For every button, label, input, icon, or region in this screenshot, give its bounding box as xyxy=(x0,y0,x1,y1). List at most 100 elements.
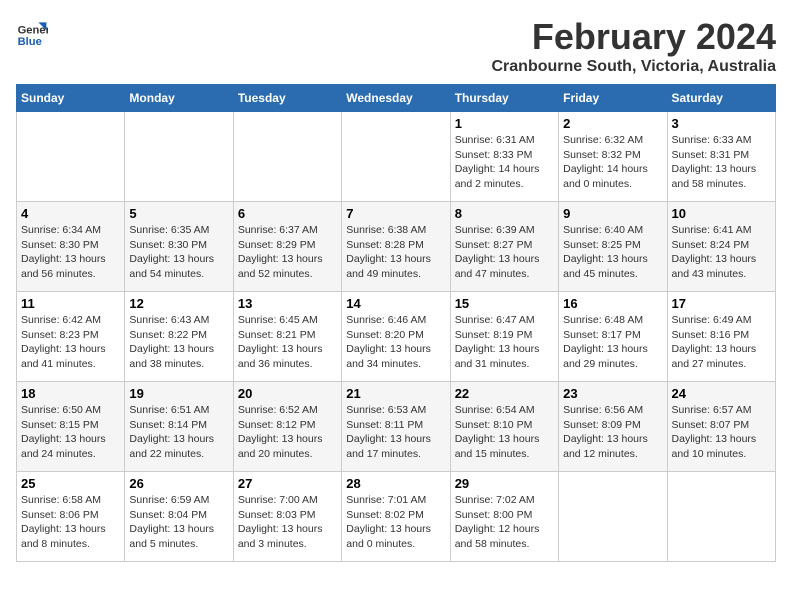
page-subtitle: Cranbourne South, Victoria, Australia xyxy=(492,58,777,76)
calendar-cell: 15 Sunrise: 6:47 AM Sunset: 8:19 PM Dayli… xyxy=(450,292,558,382)
day-number: 18 xyxy=(21,386,120,401)
calendar-header-saturday: Saturday xyxy=(667,85,775,112)
day-info: Sunrise: 7:02 AM Sunset: 8:00 PM Dayligh… xyxy=(455,493,554,552)
calendar-header-row: SundayMondayTuesdayWednesdayThursdayFrid… xyxy=(17,85,776,112)
calendar-cell: 8 Sunrise: 6:39 AM Sunset: 8:27 PM Daylig… xyxy=(450,202,558,292)
calendar-week-row: 1Sunrise: 6:31 AM Sunset: 8:33 PM Daylig… xyxy=(17,112,776,202)
day-number: 17 xyxy=(672,296,771,311)
day-info: Sunrise: 6:47 AM Sunset: 8:19 PM Dayligh… xyxy=(455,313,554,372)
day-number: 29 xyxy=(455,476,554,491)
day-info: Sunrise: 6:37 AM Sunset: 8:29 PM Dayligh… xyxy=(238,223,337,282)
calendar-week-row: 4 Sunrise: 6:34 AM Sunset: 8:30 PM Daylig… xyxy=(17,202,776,292)
day-info: Sunrise: 6:50 AM Sunset: 8:15 PM Dayligh… xyxy=(21,403,120,462)
day-info: Sunrise: 6:49 AM Sunset: 8:16 PM Dayligh… xyxy=(672,313,771,372)
calendar-header-wednesday: Wednesday xyxy=(342,85,450,112)
calendar-cell xyxy=(559,472,667,562)
day-number: 4 xyxy=(21,206,120,221)
day-number: 28 xyxy=(346,476,445,491)
day-number: 14 xyxy=(346,296,445,311)
day-info: Sunrise: 6:35 AM Sunset: 8:30 PM Dayligh… xyxy=(129,223,228,282)
day-number: 2 xyxy=(563,116,662,131)
svg-text:Blue: Blue xyxy=(18,36,42,48)
day-number: 9 xyxy=(563,206,662,221)
day-number: 7 xyxy=(346,206,445,221)
calendar-cell: 1Sunrise: 6:31 AM Sunset: 8:33 PM Daylig… xyxy=(450,112,558,202)
day-number: 26 xyxy=(129,476,228,491)
day-info: Sunrise: 6:46 AM Sunset: 8:20 PM Dayligh… xyxy=(346,313,445,372)
day-number: 8 xyxy=(455,206,554,221)
calendar-header-sunday: Sunday xyxy=(17,85,125,112)
day-info: Sunrise: 6:59 AM Sunset: 8:04 PM Dayligh… xyxy=(129,493,228,552)
day-number: 11 xyxy=(21,296,120,311)
day-number: 19 xyxy=(129,386,228,401)
calendar-cell xyxy=(233,112,341,202)
day-info: Sunrise: 6:33 AM Sunset: 8:31 PM Dayligh… xyxy=(672,133,771,192)
calendar-week-row: 25 Sunrise: 6:58 AM Sunset: 8:06 PM Dayli… xyxy=(17,472,776,562)
calendar-cell: 25 Sunrise: 6:58 AM Sunset: 8:06 PM Dayli… xyxy=(17,472,125,562)
calendar-cell: 19Sunrise: 6:51 AM Sunset: 8:14 PM Dayli… xyxy=(125,382,233,472)
title-area: February 2024 Cranbourne South, Victoria… xyxy=(492,16,777,76)
day-number: 24 xyxy=(672,386,771,401)
day-info: Sunrise: 6:58 AM Sunset: 8:06 PM Dayligh… xyxy=(21,493,120,552)
day-info: Sunrise: 6:32 AM Sunset: 8:32 PM Dayligh… xyxy=(563,133,662,192)
calendar-cell: 28 Sunrise: 7:01 AM Sunset: 8:02 PM Dayli… xyxy=(342,472,450,562)
logo: General Blue xyxy=(16,16,48,48)
calendar-cell: 11 Sunrise: 6:42 AM Sunset: 8:23 PM Dayli… xyxy=(17,292,125,382)
day-number: 21 xyxy=(346,386,445,401)
calendar-cell: 26 Sunrise: 6:59 AM Sunset: 8:04 PM Dayli… xyxy=(125,472,233,562)
day-number: 6 xyxy=(238,206,337,221)
day-number: 23 xyxy=(563,386,662,401)
day-number: 25 xyxy=(21,476,120,491)
day-number: 13 xyxy=(238,296,337,311)
calendar-cell: 14 Sunrise: 6:46 AM Sunset: 8:20 PM Dayli… xyxy=(342,292,450,382)
day-number: 5 xyxy=(129,206,228,221)
day-number: 12 xyxy=(129,296,228,311)
calendar-cell: 7 Sunrise: 6:38 AM Sunset: 8:28 PM Daylig… xyxy=(342,202,450,292)
calendar-cell: 12 Sunrise: 6:43 AM Sunset: 8:22 PM Dayli… xyxy=(125,292,233,382)
day-info: Sunrise: 7:00 AM Sunset: 8:03 PM Dayligh… xyxy=(238,493,337,552)
day-info: Sunrise: 6:34 AM Sunset: 8:30 PM Dayligh… xyxy=(21,223,120,282)
calendar-table: SundayMondayTuesdayWednesdayThursdayFrid… xyxy=(16,84,776,562)
calendar-cell: 13Sunrise: 6:45 AM Sunset: 8:21 PM Dayli… xyxy=(233,292,341,382)
calendar-week-row: 18 Sunrise: 6:50 AM Sunset: 8:15 PM Dayli… xyxy=(17,382,776,472)
day-number: 22 xyxy=(455,386,554,401)
calendar-cell: 5 Sunrise: 6:35 AM Sunset: 8:30 PM Daylig… xyxy=(125,202,233,292)
calendar-cell: 10 Sunrise: 6:41 AM Sunset: 8:24 PM Dayli… xyxy=(667,202,775,292)
day-number: 1 xyxy=(455,116,554,131)
day-number: 16 xyxy=(563,296,662,311)
calendar-cell: 22 Sunrise: 6:54 AM Sunset: 8:10 PM Dayli… xyxy=(450,382,558,472)
calendar-cell: 6 Sunrise: 6:37 AM Sunset: 8:29 PM Daylig… xyxy=(233,202,341,292)
page-header: General Blue February 2024 Cranbourne So… xyxy=(16,16,776,76)
calendar-cell: 4 Sunrise: 6:34 AM Sunset: 8:30 PM Daylig… xyxy=(17,202,125,292)
day-info: Sunrise: 6:43 AM Sunset: 8:22 PM Dayligh… xyxy=(129,313,228,372)
day-info: Sunrise: 6:42 AM Sunset: 8:23 PM Dayligh… xyxy=(21,313,120,372)
day-info: Sunrise: 6:38 AM Sunset: 8:28 PM Dayligh… xyxy=(346,223,445,282)
day-info: Sunrise: 6:41 AM Sunset: 8:24 PM Dayligh… xyxy=(672,223,771,282)
calendar-cell: 3 Sunrise: 6:33 AM Sunset: 8:31 PM Daylig… xyxy=(667,112,775,202)
day-info: Sunrise: 7:01 AM Sunset: 8:02 PM Dayligh… xyxy=(346,493,445,552)
calendar-cell xyxy=(342,112,450,202)
day-number: 3 xyxy=(672,116,771,131)
calendar-cell: 16Sunrise: 6:48 AM Sunset: 8:17 PM Dayli… xyxy=(559,292,667,382)
calendar-header-monday: Monday xyxy=(125,85,233,112)
calendar-header-friday: Friday xyxy=(559,85,667,112)
day-number: 10 xyxy=(672,206,771,221)
day-number: 27 xyxy=(238,476,337,491)
day-number: 20 xyxy=(238,386,337,401)
calendar-cell: 29 Sunrise: 7:02 AM Sunset: 8:00 PM Dayli… xyxy=(450,472,558,562)
calendar-cell: 24Sunrise: 6:57 AM Sunset: 8:07 PM Dayli… xyxy=(667,382,775,472)
calendar-cell xyxy=(667,472,775,562)
calendar-header-thursday: Thursday xyxy=(450,85,558,112)
calendar-cell xyxy=(125,112,233,202)
calendar-week-row: 11 Sunrise: 6:42 AM Sunset: 8:23 PM Dayli… xyxy=(17,292,776,382)
calendar-cell xyxy=(17,112,125,202)
day-info: Sunrise: 6:40 AM Sunset: 8:25 PM Dayligh… xyxy=(563,223,662,282)
day-info: Sunrise: 6:54 AM Sunset: 8:10 PM Dayligh… xyxy=(455,403,554,462)
calendar-header-tuesday: Tuesday xyxy=(233,85,341,112)
day-info: Sunrise: 6:39 AM Sunset: 8:27 PM Dayligh… xyxy=(455,223,554,282)
day-info: Sunrise: 6:52 AM Sunset: 8:12 PM Dayligh… xyxy=(238,403,337,462)
calendar-cell: 2 Sunrise: 6:32 AM Sunset: 8:32 PM Daylig… xyxy=(559,112,667,202)
calendar-cell: 23Sunrise: 6:56 AM Sunset: 8:09 PM Dayli… xyxy=(559,382,667,472)
day-number: 15 xyxy=(455,296,554,311)
calendar-cell: 17 Sunrise: 6:49 AM Sunset: 8:16 PM Dayli… xyxy=(667,292,775,382)
